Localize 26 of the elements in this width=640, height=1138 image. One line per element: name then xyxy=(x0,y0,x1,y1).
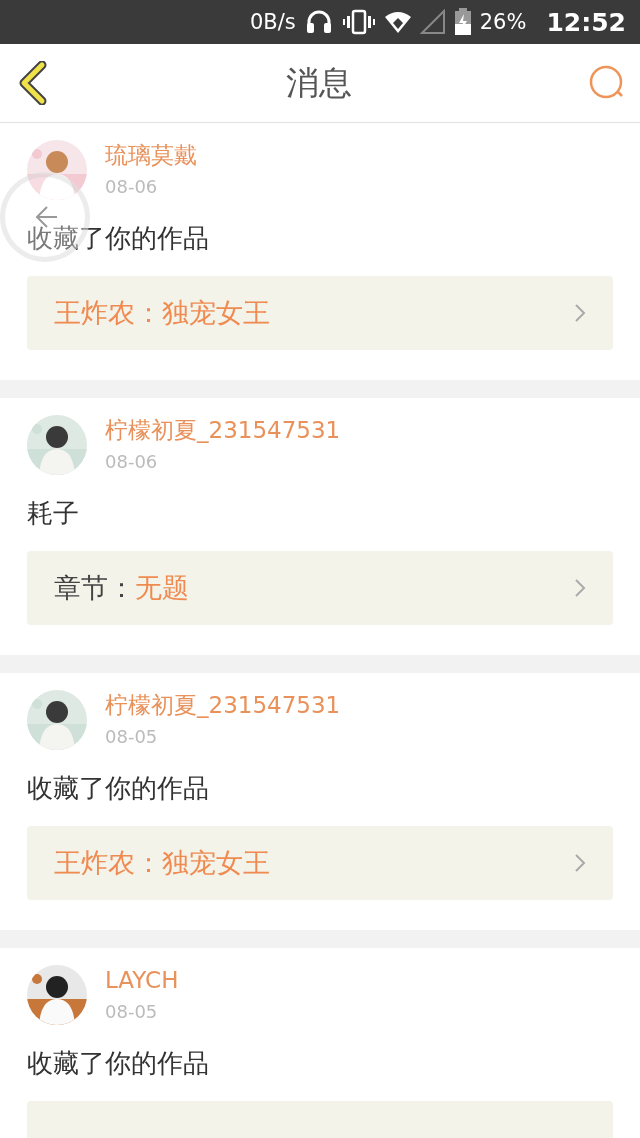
user-name[interactable]: 柠檬初夏_231547531 xyxy=(105,690,341,720)
message-date: 08-05 xyxy=(105,1000,159,1024)
clock: 12:52 xyxy=(546,7,626,37)
work-link[interactable]: 王炸农：独宠女王 xyxy=(27,276,613,350)
message-text: 耗子 xyxy=(27,497,79,530)
message-text: 收藏了你的作品 xyxy=(27,772,209,805)
message-date: 08-06 xyxy=(105,175,159,199)
wifi-icon xyxy=(383,9,412,35)
chevron-right-icon xyxy=(574,578,586,598)
user-name[interactable]: LAYCH xyxy=(105,965,179,995)
message-text: 收藏了你的作品 xyxy=(27,222,209,255)
chevron-right-icon xyxy=(574,853,586,873)
work-link[interactable]: 章节：无题 xyxy=(27,551,613,625)
chevron-right-icon xyxy=(574,303,586,323)
user-name[interactable]: 琉璃莫戴 xyxy=(105,140,197,170)
message-text: 收藏了你的作品 xyxy=(27,1047,209,1080)
message-date: 08-06 xyxy=(105,450,159,474)
page-title: 消息 xyxy=(286,61,352,104)
vibrate-icon xyxy=(341,7,376,37)
network-speed: 0B/s xyxy=(249,10,296,34)
work-link[interactable]: 王炸农：独宠女王 xyxy=(27,826,613,900)
battery-icon xyxy=(453,8,472,36)
user-name[interactable]: 柠檬初夏_231547531 xyxy=(105,415,341,445)
battery-percent: 26% xyxy=(479,10,527,34)
message-date: 08-05 xyxy=(105,725,159,749)
signal-icon xyxy=(419,9,446,35)
